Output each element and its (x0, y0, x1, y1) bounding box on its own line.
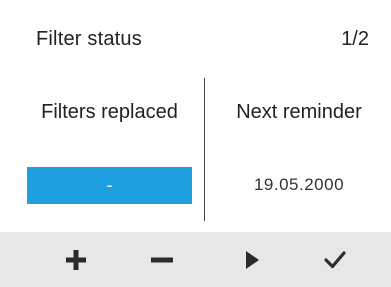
play-right-icon (246, 250, 259, 269)
plus-icon (66, 249, 86, 270)
filter-status-screen: Filter status 1/2 Filters replaced Next … (0, 0, 391, 287)
next-reminder-date: 19.05.2000 (253, 175, 345, 194)
header: Filter status 1/2 (0, 0, 391, 70)
filters-replaced-value: - (106, 175, 113, 195)
filters-replaced-value-field[interactable]: - (27, 167, 192, 204)
next-button[interactable] (222, 232, 282, 287)
column-divider (204, 78, 205, 221)
plus-button[interactable] (46, 232, 106, 287)
page-title: Filter status (36, 28, 142, 50)
page-indicator: 1/2 (341, 28, 369, 50)
next-reminder-label: Next reminder (236, 101, 362, 123)
confirm-button[interactable] (305, 232, 365, 287)
filters-replaced-label: Filters replaced (41, 101, 178, 123)
footer-toolbar (0, 232, 391, 287)
minus-icon (151, 257, 173, 262)
minus-button[interactable] (132, 232, 192, 287)
checkmark-icon (324, 250, 346, 268)
